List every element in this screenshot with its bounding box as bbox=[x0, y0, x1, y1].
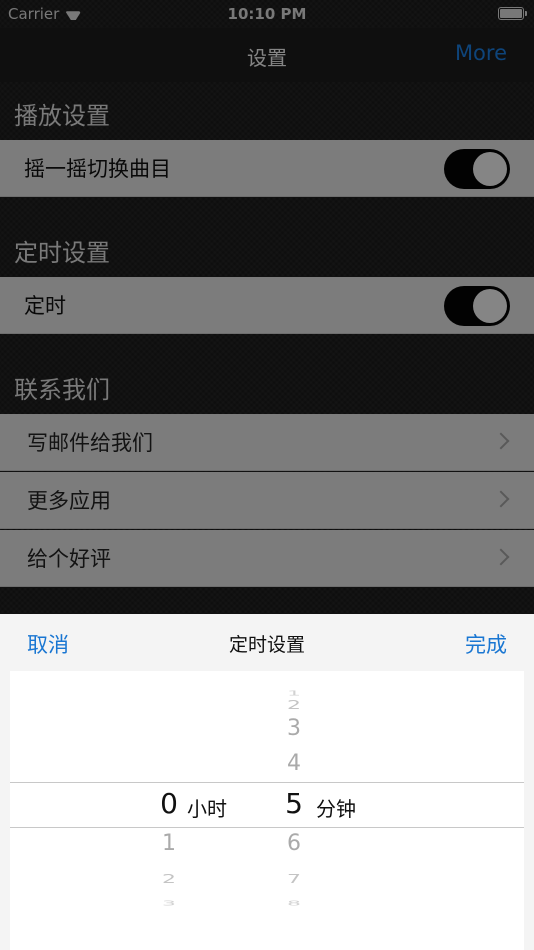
selection-indicator bbox=[10, 782, 524, 828]
minute-value: 1 bbox=[287, 689, 301, 698]
minute-value-selected: 5 bbox=[285, 787, 303, 820]
minute-value: 7 bbox=[287, 872, 301, 887]
minute-value: 4 bbox=[287, 751, 301, 776]
hour-value: 3 bbox=[162, 899, 176, 908]
picker-title: 定时设置 bbox=[228, 634, 305, 656]
timer-picker-sheet: 取消 定时设置 完成 0 1 2 3 小时 1 2 3 4 5 6 7 8 分钟 bbox=[0, 614, 534, 950]
hour-value-selected: 0 bbox=[160, 787, 178, 820]
minute-value: 8 bbox=[287, 899, 301, 908]
hour-value: 1 bbox=[162, 831, 176, 856]
hour-value: 2 bbox=[162, 872, 176, 887]
minutes-column[interactable]: 1 2 3 4 5 6 7 8 bbox=[274, 671, 314, 950]
dim-overlay[interactable] bbox=[0, 0, 534, 614]
minute-value: 3 bbox=[287, 716, 301, 741]
hours-column[interactable]: 0 1 2 3 bbox=[149, 671, 189, 950]
minutes-unit-label: 分钟 bbox=[316, 797, 356, 821]
time-picker-wheel[interactable]: 0 1 2 3 小时 1 2 3 4 5 6 7 8 分钟 bbox=[10, 671, 524, 950]
done-button[interactable]: 完成 bbox=[465, 629, 507, 659]
hours-unit-label: 小时 bbox=[187, 797, 227, 821]
minute-value: 6 bbox=[287, 831, 301, 856]
picker-toolbar: 取消 定时设置 完成 bbox=[0, 614, 534, 671]
minute-value: 2 bbox=[287, 698, 301, 713]
